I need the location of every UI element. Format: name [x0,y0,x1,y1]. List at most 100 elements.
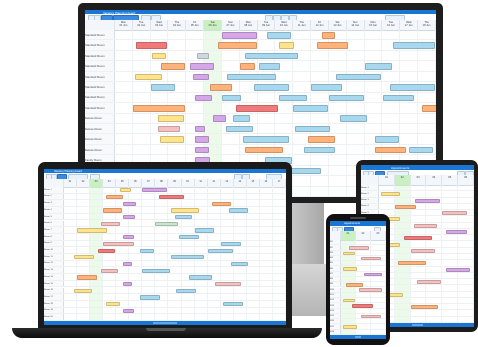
booking-event[interactable] [213,115,227,123]
booking-event[interactable] [409,146,434,154]
booking-event[interactable] [415,198,440,203]
booking-event[interactable] [304,146,336,154]
date-header-cell[interactable]: Wed 17 Jun [400,20,419,30]
booking-event[interactable] [445,267,470,272]
booking-event[interactable] [142,188,168,193]
booking-event[interactable] [171,208,199,213]
date-header-cell[interactable]: 04 [103,179,117,187]
booking-event[interactable] [382,94,414,102]
date-header-cell[interactable]: 14 [234,179,247,187]
booking-event[interactable] [245,146,284,154]
booking-event[interactable] [122,235,134,240]
date-header-cell[interactable]: 05 [442,175,459,185]
date-header-cell[interactable]: 06 [129,179,143,187]
booking-event[interactable] [197,52,209,60]
date-header-cell[interactable]: Tue 09 Jun [258,20,276,30]
booking-event[interactable] [342,267,357,271]
date-header-cell[interactable]: 11 [195,179,208,187]
booking-event[interactable] [100,221,121,226]
booking-event[interactable] [359,288,382,292]
date-header-cell[interactable]: Sat 06 Jun [204,20,222,30]
date-header-cell[interactable]: 02 [356,231,371,240]
booking-event[interactable] [122,282,133,287]
booking-event[interactable] [122,308,134,314]
booking-event[interactable] [139,248,155,253]
date-header-cell[interactable]: Mon 01 Jun [115,20,133,30]
booking-event[interactable] [336,73,382,81]
booking-event[interactable] [195,136,209,143]
booking-event[interactable] [363,272,382,276]
booking-event[interactable] [442,211,467,216]
booking-event[interactable] [375,136,400,143]
date-header-cell[interactable]: 02 [394,175,411,185]
booking-event[interactable] [223,302,244,307]
booking-event[interactable] [175,215,193,220]
date-header-cell[interactable]: 07 [142,179,156,187]
date-header-cell[interactable]: 03 [371,231,386,240]
date-header-cell[interactable]: 17 [273,179,286,187]
date-header-cell[interactable]: 16 [260,179,273,187]
booking-event[interactable] [239,63,255,70]
booking-event[interactable] [122,261,133,267]
booking-event[interactable] [136,42,168,49]
booking-event[interactable] [218,42,257,49]
date-header-cell[interactable]: 02 [77,179,91,187]
booking-event[interactable] [342,325,357,329]
booking-event[interactable] [404,236,432,241]
booking-event[interactable] [259,63,280,70]
date-header-cell[interactable]: Tue 16 Jun [383,20,401,30]
booking-event[interactable] [159,136,184,143]
booking-event[interactable] [316,42,348,49]
booking-event[interactable] [236,104,279,112]
booking-event[interactable] [120,188,131,193]
booking-event[interactable] [254,84,289,91]
scroll-indicator[interactable] [411,324,424,326]
date-header-cell[interactable]: Thu 04 Jun [169,20,187,30]
booking-event[interactable] [222,94,241,102]
booking-event[interactable] [293,104,328,112]
booking-event[interactable] [342,251,355,255]
booking-event[interactable] [410,305,439,310]
booking-event[interactable] [243,136,289,143]
booking-event[interactable] [152,52,166,60]
booking-event[interactable] [266,31,291,39]
booking-event[interactable] [77,275,97,280]
booking-event[interactable] [194,228,215,233]
date-header-cell[interactable]: Sun 07 Jun [222,20,240,30]
booking-event[interactable] [413,223,437,228]
booking-event[interactable] [122,201,137,206]
date-header-cell[interactable]: Mon 08 Jun [240,20,258,30]
booking-event[interactable] [364,63,393,70]
date-header-cell[interactable]: 09 [168,179,182,187]
date-header-cell[interactable]: Wed 03 Jun [151,20,169,30]
booking-event[interactable] [211,201,232,206]
booking-event[interactable] [393,42,435,49]
booking-event[interactable] [134,73,163,81]
booking-event[interactable] [77,228,108,233]
booking-event[interactable] [329,94,364,102]
booking-event[interactable] [345,283,363,287]
date-header-cell[interactable]: 01 [64,179,78,187]
booking-event[interactable] [220,241,241,247]
booking-event[interactable] [232,115,250,123]
booking-event[interactable] [105,194,124,200]
booking-event[interactable] [245,52,298,60]
booking-event[interactable] [351,304,373,308]
booking-event[interactable] [445,230,467,235]
booking-event[interactable] [176,288,197,293]
date-header-cell[interactable]: Thu 18 Jun [418,20,436,30]
booking-event[interactable] [97,248,116,253]
booking-event[interactable] [100,268,118,273]
date-header-cell[interactable]: 05 [116,179,130,187]
booking-event[interactable] [227,73,277,81]
booking-event[interactable] [105,302,121,307]
booking-event[interactable] [311,84,343,91]
booking-event[interactable] [150,84,175,91]
booking-event[interactable] [421,104,436,112]
date-header-cell[interactable]: Fri 05 Jun [186,20,205,30]
date-header-cell[interactable]: 08 [155,179,169,187]
booking-event[interactable] [195,125,205,133]
booking-event[interactable] [398,261,426,266]
date-header-cell[interactable]: 03 [411,175,427,185]
booking-event[interactable] [157,115,184,123]
